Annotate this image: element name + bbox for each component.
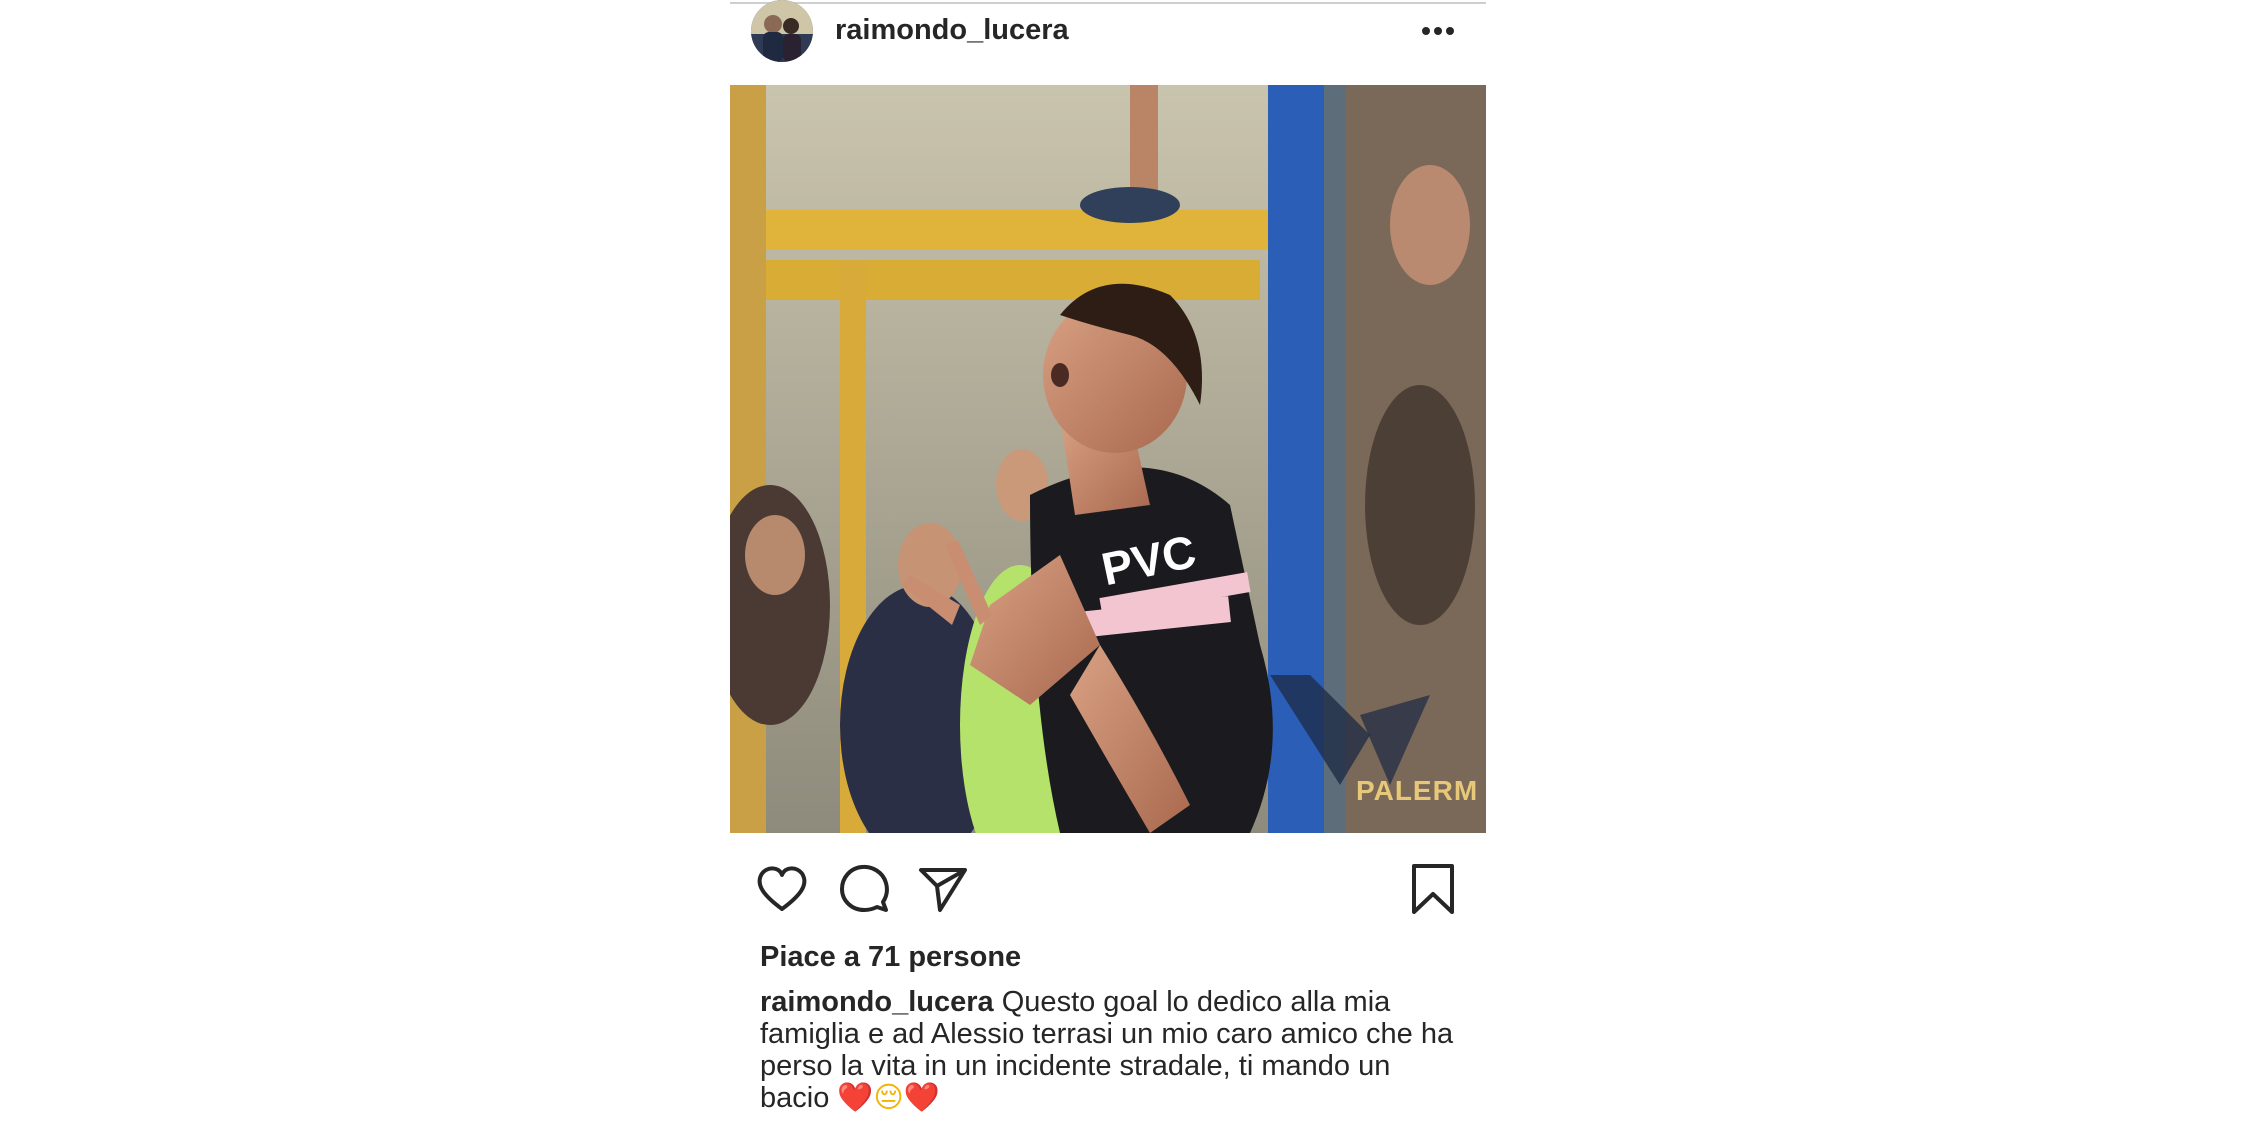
post-header: raimondo_lucera [730, 0, 1486, 64]
avatar-image [751, 0, 813, 62]
share-button[interactable] [916, 862, 970, 916]
post-caption: raimondo_lucera Questo goal lo dedico al… [760, 986, 1460, 1114]
more-options-icon [1422, 27, 1454, 35]
paper-plane-icon [919, 868, 967, 912]
sad-face-emoji: 😔 [873, 1082, 904, 1114]
post-photo[interactable]: PVC PALERM [730, 85, 1486, 833]
comment-button[interactable] [837, 862, 891, 916]
heart-emoji-2: ❤️ [903, 1082, 940, 1114]
post-username[interactable]: raimondo_lucera [835, 12, 1069, 48]
heart-outline-icon [757, 866, 807, 911]
caption-username[interactable]: raimondo_lucera [760, 986, 994, 1018]
bookmark-icon [1412, 864, 1454, 914]
post-actions [730, 862, 1486, 922]
image-watermark-text: PALERM [1356, 775, 1479, 806]
avatar[interactable] [751, 0, 813, 62]
save-button[interactable] [1406, 862, 1460, 916]
player-celebration-image: PVC [730, 85, 1486, 833]
heart-emoji: ❤️ [837, 1082, 874, 1114]
likes-count[interactable]: Piace a 71 persone [760, 938, 1021, 976]
instagram-post: raimondo_lucera PVC PALERM Piace a 71 pe… [730, 0, 1486, 1132]
more-options-button[interactable] [1416, 16, 1460, 46]
comment-bubble-icon [840, 864, 889, 912]
like-button[interactable] [755, 862, 809, 916]
